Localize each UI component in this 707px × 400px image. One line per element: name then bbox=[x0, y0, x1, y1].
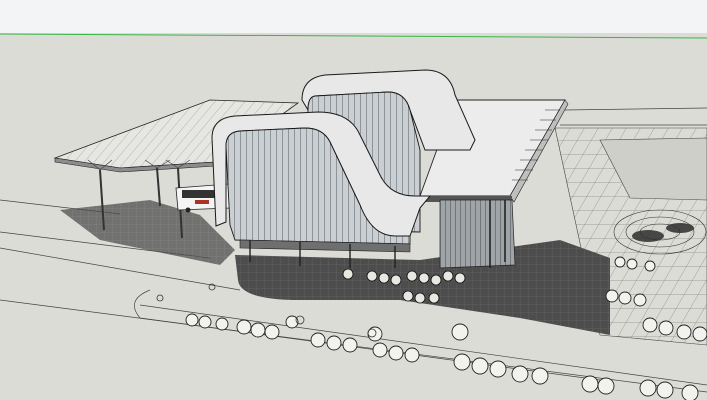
viewport-canvas[interactable] bbox=[0, 0, 707, 400]
sky bbox=[0, 0, 707, 33]
facade-right bbox=[439, 199, 516, 269]
model-viewport[interactable] bbox=[0, 0, 707, 400]
